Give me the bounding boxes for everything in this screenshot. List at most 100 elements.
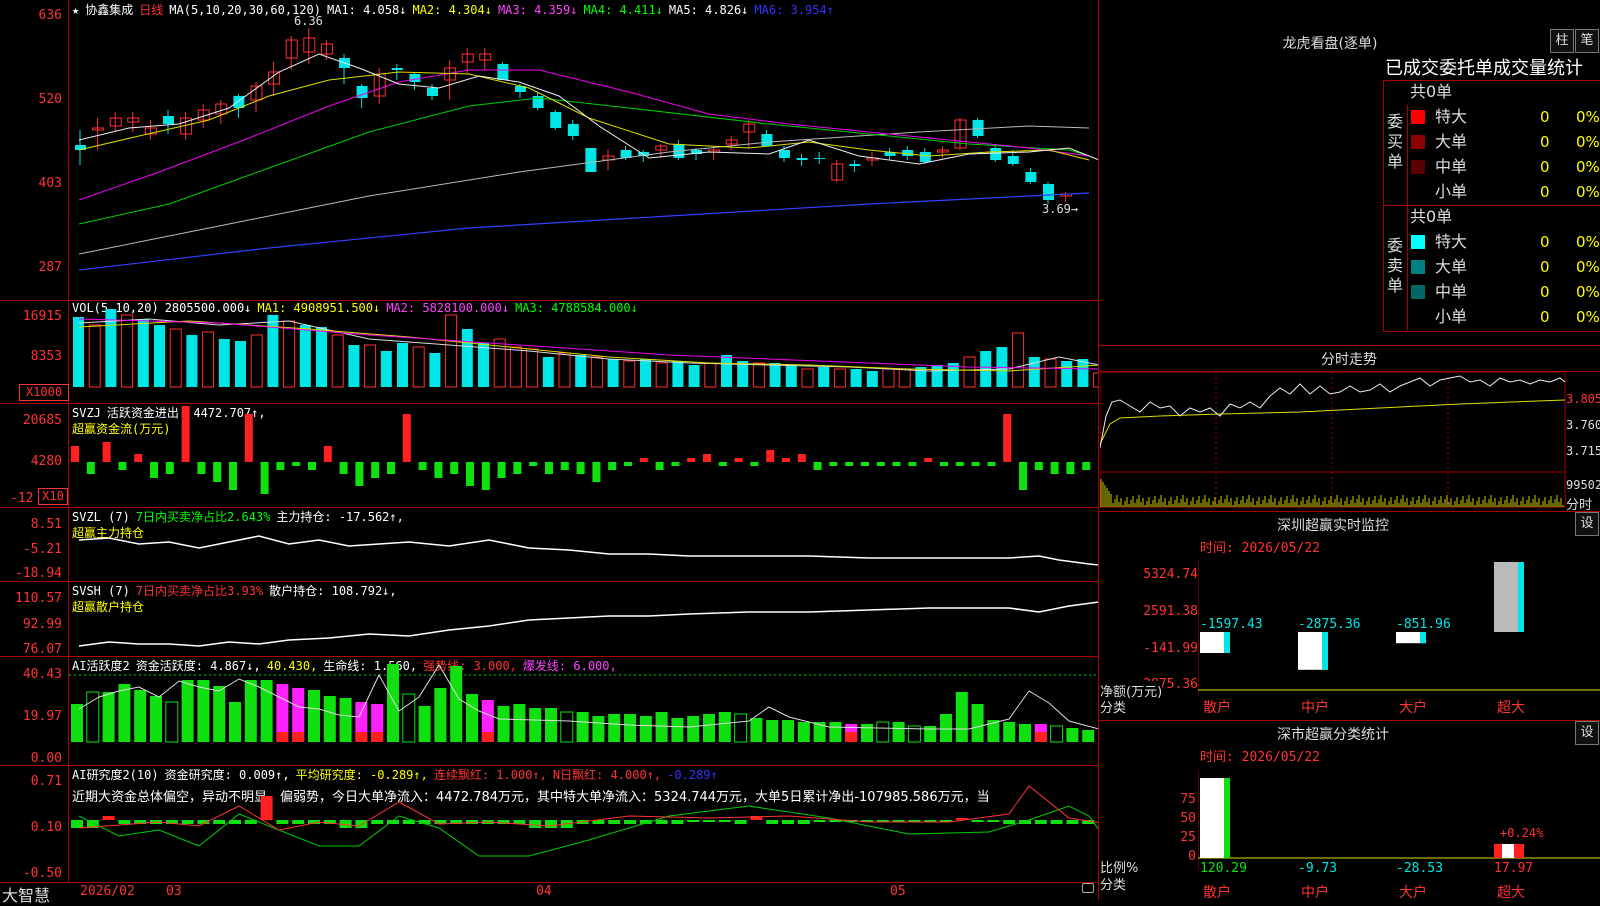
candle-body-down bbox=[849, 164, 861, 166]
volume-bar-up bbox=[331, 334, 344, 388]
ai1-bar bbox=[213, 686, 226, 742]
price-chart[interactable] bbox=[69, 0, 1098, 300]
svzj-chart[interactable] bbox=[69, 404, 1098, 507]
divider-monitor-top bbox=[1098, 511, 1600, 512]
candle-body-down bbox=[972, 120, 984, 136]
svzj-bar-up bbox=[402, 414, 411, 462]
svzj-bar-down bbox=[545, 462, 553, 474]
lock-icon[interactable] bbox=[1082, 883, 1094, 893]
volume-bar-down bbox=[380, 351, 392, 387]
svzj-bar-down bbox=[971, 462, 980, 466]
ai1-bar bbox=[1003, 722, 1016, 742]
monitor-time: 时间: 2026/05/22 bbox=[1200, 541, 1320, 556]
ai1-bar bbox=[466, 694, 478, 742]
candle-body-down bbox=[391, 68, 403, 70]
ai2-bar-down bbox=[671, 820, 684, 824]
order-size-name: 中单 bbox=[1435, 282, 1468, 301]
volume-bar-down bbox=[299, 325, 311, 387]
monitor-category-label: 超大 bbox=[1497, 700, 1525, 716]
ai1-bar-base bbox=[276, 732, 289, 742]
price-axis-4: 287 bbox=[38, 260, 62, 275]
svzj-bar-up bbox=[687, 458, 696, 462]
volume-bar-down bbox=[461, 329, 473, 387]
stat-chart[interactable]: 120.29 -9.73 -28.53 17.97 bbox=[1198, 770, 1600, 900]
svzj-bar-down bbox=[1082, 462, 1091, 470]
column-mode-button[interactable]: 柱 bbox=[1550, 29, 1574, 53]
monitor-bar-edge bbox=[1322, 632, 1328, 670]
order-count: 0 bbox=[1540, 183, 1550, 201]
svzj-bar-down bbox=[387, 462, 395, 474]
volume-bar-up bbox=[558, 352, 571, 388]
stat-xlabel: 分类 bbox=[1100, 878, 1127, 893]
volume-bar-up bbox=[445, 314, 458, 388]
ai1-bar bbox=[718, 712, 731, 742]
candle-body-down bbox=[1007, 156, 1019, 164]
order-percent: 0% bbox=[1576, 158, 1600, 176]
stat-time: 时间: 2026/05/22 bbox=[1200, 750, 1320, 765]
ai2-bar-down bbox=[276, 820, 289, 824]
ai2-bar-down bbox=[782, 820, 794, 824]
volume-bar-up bbox=[526, 348, 539, 388]
stat-bar-edge bbox=[1224, 778, 1230, 858]
ai1-bar bbox=[592, 716, 605, 742]
ai1-bar bbox=[71, 704, 83, 742]
stat-axis-4: 0 bbox=[1188, 849, 1196, 864]
order-count: 0 bbox=[1540, 133, 1550, 151]
ai2-bar-down bbox=[655, 820, 668, 824]
volume-bar-down bbox=[785, 365, 797, 387]
order-size-name: 大单 bbox=[1435, 132, 1468, 151]
ai1-bar bbox=[244, 680, 257, 742]
volume-bar-down bbox=[850, 369, 862, 387]
volume-bar-up bbox=[623, 360, 636, 388]
volume-bar-down bbox=[542, 357, 554, 387]
monitor-chart[interactable]: -1597.43 -2875.36 -851.96 5324.74 bbox=[1198, 560, 1600, 696]
ai1-bar-hollow bbox=[165, 701, 179, 743]
ai1-bar bbox=[339, 698, 352, 742]
ai2-bar-down bbox=[1050, 820, 1063, 824]
ai1-bar bbox=[766, 720, 779, 742]
volume-bar-up bbox=[655, 362, 668, 388]
monitor-category-label: 大户 bbox=[1399, 700, 1427, 716]
sell-total: 共0单 bbox=[1410, 207, 1453, 226]
ai1-bar-base bbox=[355, 732, 368, 742]
vol-chart[interactable] bbox=[69, 301, 1098, 403]
fenshi-axis-3: 3.715 bbox=[1566, 444, 1600, 458]
svzj-bar-down bbox=[165, 462, 174, 474]
svzj-bar-down bbox=[718, 462, 727, 466]
candle-body-down bbox=[990, 148, 1002, 160]
svsh-chart[interactable] bbox=[69, 582, 1098, 656]
fenshi-axis-1: 3.805 bbox=[1566, 392, 1600, 406]
svzj-bar-down bbox=[750, 462, 759, 466]
stat-settings-button[interactable]: 设 bbox=[1575, 721, 1599, 745]
order-color-swatch bbox=[1411, 160, 1425, 174]
ai2-axis-2: 0.10 bbox=[30, 820, 62, 835]
fenshi-axis-2: 3.760 bbox=[1566, 418, 1600, 432]
candle-body-down bbox=[163, 116, 174, 124]
ai1-bar bbox=[671, 718, 684, 742]
monitor-value-label: -851.96 bbox=[1396, 617, 1451, 632]
tick-mode-button[interactable]: 笔 bbox=[1575, 29, 1599, 53]
order-percent: 0% bbox=[1576, 283, 1600, 301]
vol-axis-2: 8353 bbox=[30, 349, 62, 364]
ai1-bar-hollow bbox=[86, 691, 100, 743]
monitor-axis-1: 5324.74 bbox=[1143, 567, 1198, 582]
volume-bar-down bbox=[1077, 359, 1089, 387]
ai1-chart[interactable] bbox=[69, 657, 1098, 765]
price-axis-3: 403 bbox=[38, 176, 62, 191]
volume-bar-up bbox=[1093, 372, 1098, 388]
ai2-axis-1: 0.71 bbox=[30, 774, 62, 789]
stat-category-label: 大户 bbox=[1399, 885, 1427, 901]
svzj-bar-up bbox=[734, 458, 743, 462]
stat-category-label: 超大 bbox=[1497, 885, 1525, 901]
svzl-chart[interactable] bbox=[69, 508, 1098, 581]
svzj-bar-down bbox=[955, 462, 964, 466]
volume-bar-down bbox=[137, 319, 149, 387]
ai2-chart[interactable] bbox=[69, 766, 1098, 882]
ai1-bar bbox=[418, 706, 431, 742]
brand-logo[interactable]: 大智慧 bbox=[2, 882, 50, 906]
monitor-settings-button[interactable]: 设 bbox=[1575, 512, 1599, 536]
ai1-bar-base bbox=[481, 732, 494, 742]
volume-bar-down bbox=[672, 361, 684, 387]
ai1-bar bbox=[1082, 730, 1095, 742]
fenshi-chart[interactable] bbox=[1100, 372, 1566, 508]
